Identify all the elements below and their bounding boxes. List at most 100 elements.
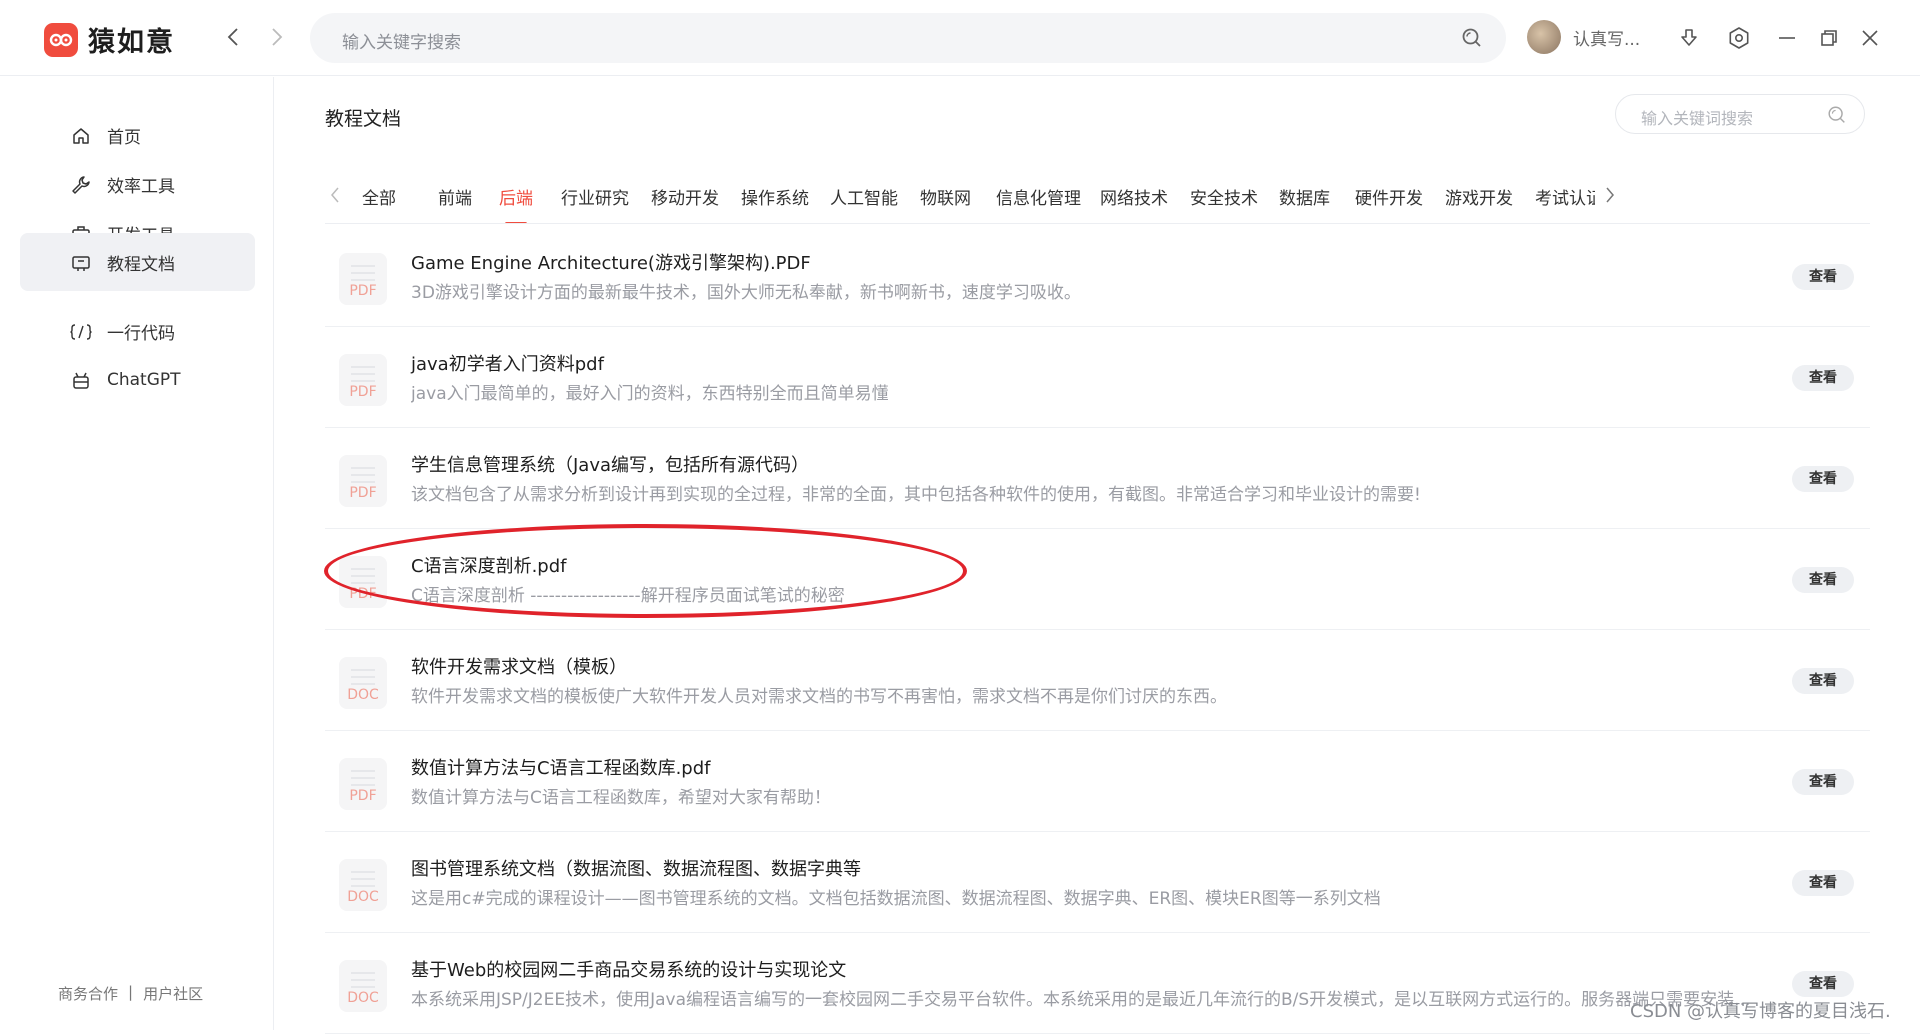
tab-game-dev[interactable]: 游戏开发: [1445, 184, 1513, 209]
view-button[interactable]: 查看: [1792, 264, 1854, 290]
list-item[interactable]: DOC 图书管理系统文档（数据流图、数据流程图、数据字典等 这是用c#完成的课程…: [325, 832, 1870, 933]
file-type-label: PDF: [349, 283, 377, 299]
robot-icon: [70, 370, 92, 392]
chevron-right-icon[interactable]: [264, 24, 290, 50]
doc-file-icon: DOC: [339, 859, 387, 911]
user-menu[interactable]: 认真写...: [1527, 20, 1640, 54]
user-name[interactable]: 认真写...: [1573, 25, 1640, 50]
minimize-icon[interactable]: [1773, 24, 1801, 52]
app-name: 猿如意: [88, 27, 175, 58]
tab-mobile-dev[interactable]: 移动开发: [651, 184, 719, 209]
tab-database[interactable]: 数据库: [1279, 184, 1330, 209]
tab-certification[interactable]: 考试认证: [1535, 184, 1595, 209]
pdf-file-icon: PDF: [339, 758, 387, 810]
search-icon[interactable]: [1460, 26, 1484, 54]
list-item-highlighted[interactable]: PDF C语言深度剖析.pdf C语言深度剖析 ----------------…: [325, 529, 1870, 630]
file-type-label: DOC: [347, 687, 379, 703]
sidebar-item-label: 首页: [107, 127, 141, 148]
global-search-input[interactable]: 输入关键字搜索: [310, 13, 1506, 63]
file-type-label: PDF: [349, 788, 377, 804]
list-item[interactable]: DOC 软件开发需求文档（模板） 软件开发需求文档的模板使广大软件开发人员对需求…: [325, 630, 1870, 731]
tab-all[interactable]: 全部: [362, 184, 396, 209]
footer-separator: |: [128, 983, 134, 1001]
doc-title[interactable]: java初学者入门资料pdf: [411, 350, 604, 376]
doc-title[interactable]: 软件开发需求文档（模板）: [411, 653, 627, 679]
pdf-file-icon: PDF: [339, 354, 387, 406]
sidebar-item-label: 一行代码: [107, 323, 175, 344]
chevron-left-icon[interactable]: [325, 184, 345, 206]
download-icon[interactable]: [1675, 24, 1703, 52]
business-link[interactable]: 商务合作: [58, 983, 118, 1004]
app-logo: 猿如意: [44, 20, 175, 59]
tab-industry-research[interactable]: 行业研究: [561, 184, 629, 209]
list-item[interactable]: PDF 学生信息管理系统（Java编写，包括所有源代码） 该文档包含了从需求分析…: [325, 428, 1870, 529]
doc-description: 这是用c#完成的课程设计——图书管理系统的文档。文档包括数据流图、数据流程图、数…: [411, 889, 1381, 909]
doc-description: java入门最简单的，最好入门的资料，东西特别全而且简单易懂: [411, 384, 889, 404]
doc-description: C语言深度剖析 ------------------解开程序员面试笔试的秘密: [411, 586, 845, 606]
list-item[interactable]: PDF java初学者入门资料pdf java入门最简单的，最好入门的资料，东西…: [325, 327, 1870, 428]
tab-network[interactable]: 网络技术: [1100, 184, 1168, 209]
doc-title[interactable]: C语言深度剖析.pdf: [411, 552, 566, 578]
view-button[interactable]: 查看: [1792, 365, 1854, 391]
search-icon[interactable]: [1826, 104, 1848, 130]
community-link[interactable]: 用户社区: [143, 983, 203, 1004]
tab-hardware[interactable]: 硬件开发: [1355, 184, 1423, 209]
sidebar-item-tutorial-docs-active[interactable]: 教程文档: [20, 233, 255, 291]
view-button[interactable]: 查看: [1792, 567, 1854, 593]
avatar[interactable]: [1527, 20, 1561, 54]
close-icon[interactable]: [1856, 24, 1884, 52]
sidebar: 首页 效率工具 开发工具 教程文档 一行代码 ChatGPT 商务合作 | 用户: [0, 77, 274, 1030]
doc-title[interactable]: 基于Web的校园网二手商品交易系统的设计与实现论文: [411, 956, 846, 982]
chevron-right-icon[interactable]: [1600, 184, 1620, 206]
tab-backend[interactable]: 后端: [499, 184, 533, 223]
doc-file-icon: DOC: [339, 960, 387, 1012]
doc-description: 该文档包含了从需求分析到设计再到实现的全过程，非常的全面，其中包括各种软件的使用…: [411, 485, 1421, 505]
home-icon: [70, 125, 92, 147]
file-type-label: PDF: [349, 384, 377, 400]
doc-description: 数值计算方法与C语言工程函数库，希望对大家有帮助！: [411, 788, 831, 808]
file-type-label: DOC: [347, 889, 379, 905]
tab-iot[interactable]: 物联网: [920, 184, 971, 209]
watermark: CSDN @认真写博客的夏目浅石.: [1630, 1001, 1891, 1022]
top-bar: 猿如意 输入关键字搜索 认真写...: [0, 0, 1920, 76]
view-button[interactable]: 查看: [1792, 466, 1854, 492]
list-item[interactable]: PDF Game Engine Architecture(游戏引擎架构).PDF…: [325, 226, 1870, 327]
doc-search-placeholder: 输入关键词搜索: [1641, 109, 1754, 128]
doc-title[interactable]: 学生信息管理系统（Java编写，包括所有源代码）: [411, 451, 809, 477]
settings-icon[interactable]: [1725, 24, 1753, 52]
page-title: 教程文档: [325, 108, 402, 130]
wrench-icon: [70, 174, 92, 196]
doc-description: 软件开发需求文档的模板使广大软件开发人员对需求文档的书写不再害怕，需求文档不再是…: [411, 687, 1227, 707]
category-tabs: 全部 前端 后端 行业研究 移动开发 操作系统 人工智能 物联网 信息化管理 网…: [325, 170, 1870, 224]
tab-label: 后端: [499, 189, 533, 209]
doc-title[interactable]: Game Engine Architecture(游戏引擎架构).PDF: [411, 249, 811, 275]
file-type-label: PDF: [349, 586, 377, 602]
pdf-file-icon: PDF: [339, 253, 387, 305]
tab-os[interactable]: 操作系统: [741, 184, 809, 209]
logo-icon: [44, 22, 78, 57]
pdf-file-icon: PDF: [339, 455, 387, 507]
doc-title[interactable]: 数值计算方法与C语言工程函数库.pdf: [411, 754, 710, 780]
doc-title[interactable]: 图书管理系统文档（数据流图、数据流程图、数据字典等: [411, 855, 861, 881]
sidebar-item-chatgpt[interactable]: ChatGPT: [20, 351, 255, 409]
tab-ai[interactable]: 人工智能: [830, 184, 898, 209]
doc-file-icon: DOC: [339, 657, 387, 709]
chevron-left-icon[interactable]: [220, 24, 246, 50]
doc-description: 3D游戏引擎设计方面的最新最牛技术，国外大师无私奉献，新书啊新书，速度学习吸收。: [411, 283, 1081, 303]
restore-icon[interactable]: [1815, 24, 1843, 52]
file-type-label: DOC: [347, 990, 379, 1006]
view-button[interactable]: 查看: [1792, 870, 1854, 896]
doc-list: PDF Game Engine Architecture(游戏引擎架构).PDF…: [325, 226, 1870, 1034]
view-button[interactable]: 查看: [1792, 668, 1854, 694]
tab-info-management[interactable]: 信息化管理: [996, 184, 1081, 209]
list-item[interactable]: PDF 数值计算方法与C语言工程函数库.pdf 数值计算方法与C语言工程函数库，…: [325, 731, 1870, 832]
main-content: 教程文档 输入关键词搜索 全部 前端 后端 行业研究 移动开发 操作系统 人工智…: [275, 77, 1920, 1034]
tab-security[interactable]: 安全技术: [1190, 184, 1258, 209]
tab-frontend[interactable]: 前端: [438, 184, 472, 209]
doc-search-input[interactable]: 输入关键词搜索: [1615, 94, 1865, 134]
doc-description: 本系统采用JSP/J2EE技术，使用Java编程语言编写的一套校园网二手交易平台…: [411, 990, 1751, 1010]
pdf-file-icon: PDF: [339, 556, 387, 608]
view-button[interactable]: 查看: [1792, 769, 1854, 795]
view-button[interactable]: 查看: [1792, 971, 1854, 997]
code-icon: [70, 321, 92, 343]
